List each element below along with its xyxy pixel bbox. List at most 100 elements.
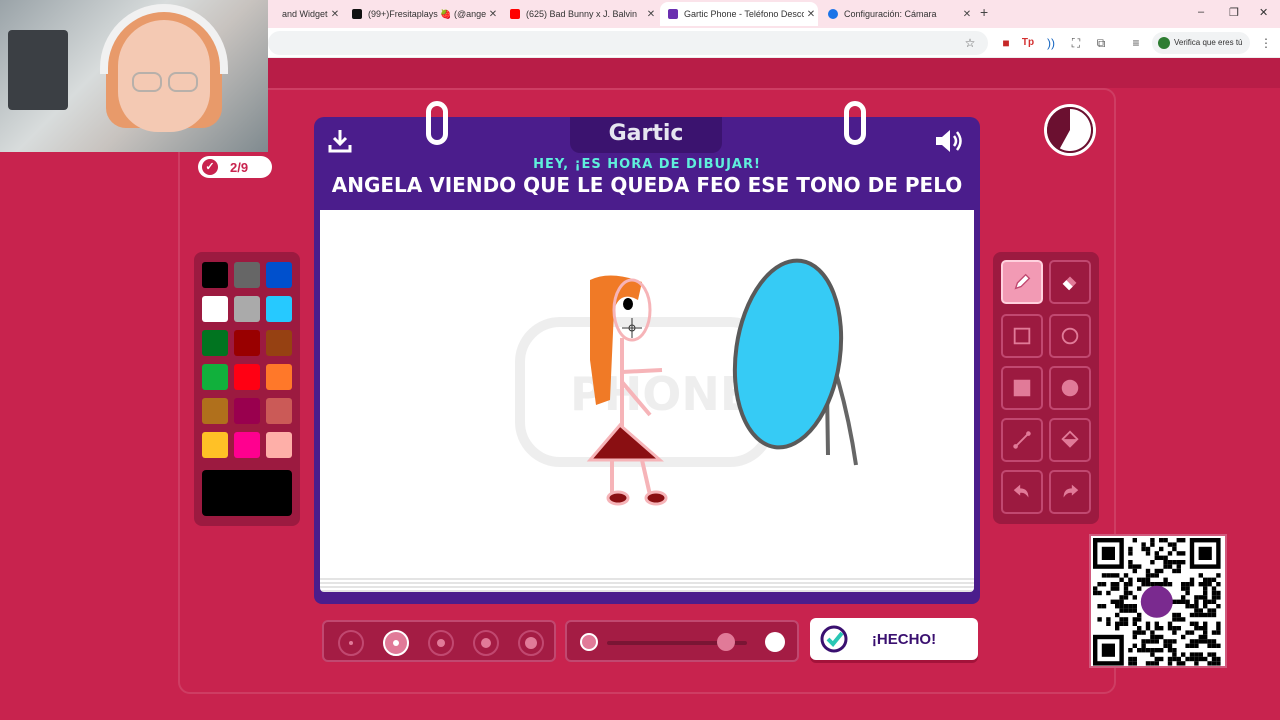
color-swatch[interactable] bbox=[266, 398, 292, 424]
color-swatch[interactable] bbox=[234, 432, 260, 458]
qr-module bbox=[1154, 626, 1159, 631]
qr-module bbox=[1150, 538, 1155, 543]
color-swatch[interactable] bbox=[202, 398, 228, 424]
qr-module bbox=[1176, 626, 1181, 631]
qr-module bbox=[1207, 599, 1212, 604]
qr-module bbox=[1189, 582, 1195, 587]
tab-close-icon[interactable]: ✕ bbox=[486, 9, 500, 20]
address-input[interactable] bbox=[268, 31, 988, 55]
extension-icon[interactable]: ■ bbox=[998, 35, 1014, 51]
qr-module bbox=[1163, 582, 1168, 587]
browser-tab[interactable]: (99+)Fresitaplays 🍓 (@angela ✕ bbox=[344, 2, 500, 26]
qr-module bbox=[1181, 586, 1186, 591]
qr-module bbox=[1128, 656, 1133, 662]
color-swatch[interactable] bbox=[266, 330, 292, 356]
line-tool[interactable] bbox=[1001, 418, 1043, 462]
qr-module bbox=[1154, 656, 1159, 662]
tab-title: and Widgets bbox=[282, 9, 328, 19]
done-button[interactable]: ¡HECHO! bbox=[810, 618, 978, 660]
color-swatch[interactable] bbox=[266, 296, 292, 322]
tab-close-icon[interactable]: ✕ bbox=[804, 9, 818, 20]
minimize-button[interactable]: – bbox=[1198, 6, 1204, 18]
color-swatch[interactable] bbox=[234, 262, 260, 288]
brush-size-option[interactable] bbox=[338, 630, 364, 656]
browser-tab[interactable]: Configuración: Cámara ✕ bbox=[820, 2, 974, 26]
opacity-slider[interactable] bbox=[565, 620, 799, 662]
color-swatch[interactable] bbox=[266, 364, 292, 390]
color-swatch[interactable] bbox=[202, 296, 228, 322]
color-swatch[interactable] bbox=[234, 398, 260, 424]
qr-module bbox=[1159, 555, 1164, 560]
redo-tool[interactable] bbox=[1049, 470, 1091, 514]
tab-close-icon[interactable]: ✕ bbox=[960, 9, 974, 20]
ellipse-fill-tool[interactable] bbox=[1049, 366, 1091, 410]
drawing-canvas[interactable]: PHONE bbox=[320, 210, 974, 578]
background-furniture bbox=[8, 30, 68, 110]
watermark-logo: PHONE bbox=[515, 317, 775, 467]
star-icon[interactable]: ☆ bbox=[962, 35, 978, 51]
color-swatch[interactable] bbox=[234, 330, 260, 356]
puzzle-icon[interactable]: ⧉ bbox=[1093, 35, 1109, 51]
color-swatch[interactable] bbox=[266, 262, 292, 288]
screenshot-icon[interactable]: ⛶ bbox=[1068, 35, 1084, 51]
extension-tp-icon[interactable]: Tp bbox=[1020, 35, 1036, 51]
close-window-button[interactable]: ✕ bbox=[1259, 6, 1268, 19]
qr-module bbox=[1207, 652, 1212, 657]
gartic-favicon bbox=[668, 9, 678, 19]
volume-icon[interactable] bbox=[932, 125, 964, 157]
qr-module bbox=[1128, 560, 1133, 565]
eraser-tool[interactable] bbox=[1049, 260, 1091, 304]
rect-outline-tool[interactable] bbox=[1001, 314, 1043, 358]
qr-module bbox=[1119, 604, 1124, 609]
qr-module bbox=[1097, 604, 1102, 609]
download-icon[interactable] bbox=[324, 125, 356, 157]
color-swatch[interactable] bbox=[234, 364, 260, 390]
extension-wave-icon[interactable]: )) bbox=[1043, 35, 1059, 51]
ellipse-outline-tool[interactable] bbox=[1049, 314, 1091, 358]
color-swatch[interactable] bbox=[234, 296, 260, 322]
tab-close-icon[interactable]: ✕ bbox=[644, 9, 658, 20]
qr-module bbox=[1203, 595, 1208, 600]
qr-module bbox=[1150, 560, 1155, 565]
qr-module bbox=[1198, 634, 1203, 640]
fill-bucket-tool[interactable] bbox=[1049, 418, 1091, 462]
browser-tab[interactable]: (625) Bad Bunny x J. Balvin ✕ bbox=[502, 2, 658, 26]
brush-size-option[interactable] bbox=[518, 630, 544, 656]
brush-size-option[interactable] bbox=[383, 630, 409, 656]
more-menu-icon[interactable]: ⋮ bbox=[1258, 35, 1274, 51]
color-swatch[interactable] bbox=[202, 364, 228, 390]
color-swatch[interactable] bbox=[266, 432, 292, 458]
qr-module bbox=[1172, 630, 1177, 635]
tab-close-icon[interactable]: ✕ bbox=[328, 9, 342, 20]
qr-module bbox=[1198, 582, 1203, 587]
qr-module bbox=[1189, 612, 1195, 618]
restore-button[interactable]: ❐ bbox=[1229, 6, 1239, 19]
pen-tool[interactable] bbox=[1001, 260, 1043, 304]
reading-list-icon[interactable]: ≡ bbox=[1128, 35, 1144, 51]
color-swatch[interactable] bbox=[202, 432, 228, 458]
browser-tab[interactable]: and Widgets ✕ bbox=[258, 2, 342, 26]
profile-verify-chip[interactable]: Verifica que eres tú bbox=[1152, 32, 1251, 54]
color-swatch[interactable] bbox=[202, 330, 228, 356]
qr-module bbox=[1172, 617, 1177, 622]
undo-tool[interactable] bbox=[1001, 470, 1043, 514]
color-swatch[interactable] bbox=[202, 262, 228, 288]
browser-tab-active[interactable]: Gartic Phone - Teléfono Descon ✕ bbox=[660, 2, 818, 26]
brush-size-option[interactable] bbox=[473, 630, 499, 656]
qr-module bbox=[1115, 612, 1120, 618]
qr-module bbox=[1145, 568, 1151, 574]
qr-module bbox=[1176, 538, 1181, 543]
new-tab-button[interactable]: + bbox=[980, 4, 988, 20]
qr-module bbox=[1132, 538, 1137, 543]
brush-size-option[interactable] bbox=[428, 630, 454, 656]
qr-module bbox=[1119, 621, 1124, 626]
opacity-thumb[interactable] bbox=[717, 633, 735, 651]
settings-gear-icon bbox=[828, 9, 838, 19]
qr-module bbox=[1128, 590, 1133, 596]
gartic-logo: Gartic bbox=[608, 121, 684, 146]
qr-module bbox=[1154, 555, 1159, 560]
tab-title: Gartic Phone - Teléfono Descon bbox=[684, 9, 804, 19]
rect-fill-tool[interactable] bbox=[1001, 366, 1043, 410]
qr-module bbox=[1181, 595, 1186, 600]
qr-module bbox=[1172, 546, 1177, 552]
